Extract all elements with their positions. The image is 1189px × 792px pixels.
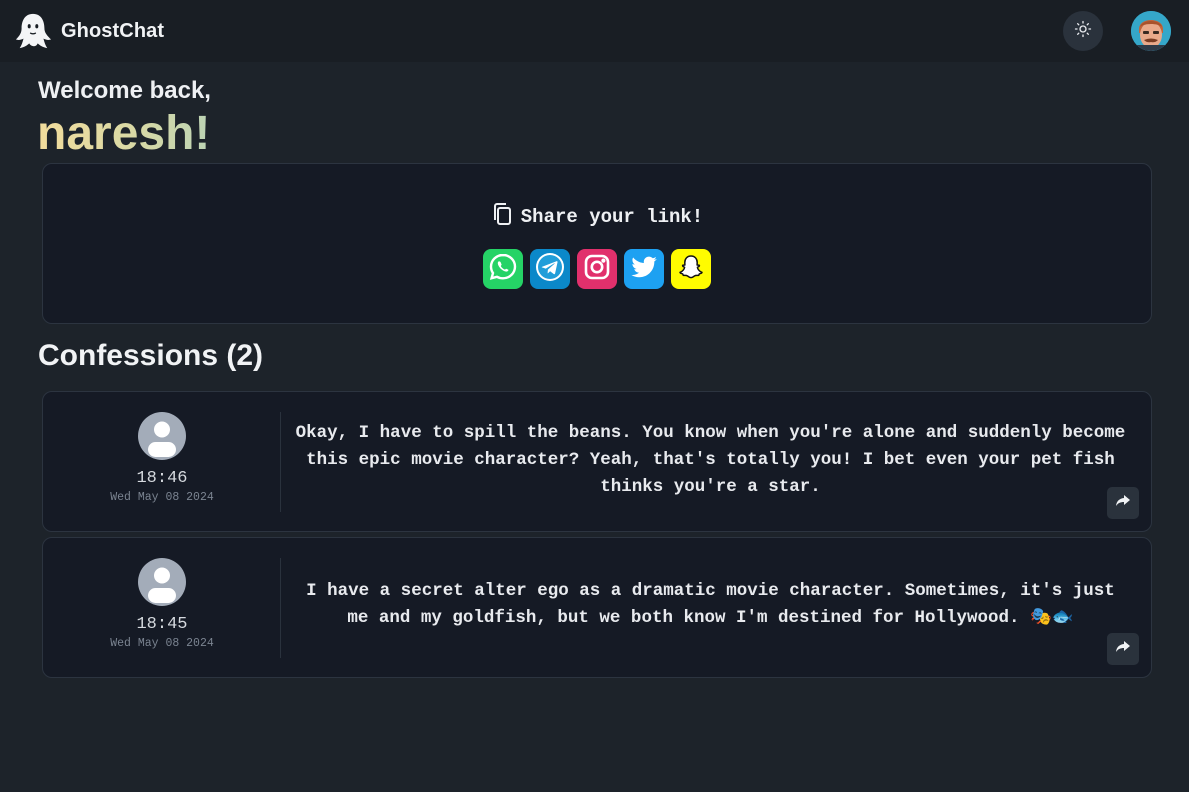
snapchat-icon bbox=[675, 251, 707, 288]
theme-toggle-button[interactable] bbox=[1063, 11, 1103, 51]
forward-arrow-icon bbox=[1116, 494, 1130, 512]
ghost-icon bbox=[13, 11, 53, 51]
instagram-icon bbox=[581, 251, 613, 288]
snapchat-share-button[interactable] bbox=[671, 249, 711, 289]
welcome-username: naresh! bbox=[37, 107, 211, 160]
telegram-icon bbox=[534, 251, 566, 288]
whatsapp-icon bbox=[487, 251, 519, 288]
copy-icon bbox=[491, 202, 513, 232]
confession-date: Wed May 08 2024 bbox=[110, 491, 214, 504]
twitter-share-button[interactable] bbox=[624, 249, 664, 289]
social-share-row bbox=[43, 249, 1151, 289]
confession-date: Wed May 08 2024 bbox=[110, 637, 214, 650]
share-link-label: Share your link! bbox=[520, 206, 704, 228]
brand[interactable]: GhostChat bbox=[13, 11, 164, 51]
confessions-heading: Confessions (2) bbox=[38, 339, 264, 372]
confession-text: Okay, I have to spill the beans. You kno… bbox=[295, 423, 1126, 497]
instagram-share-button[interactable] bbox=[577, 249, 617, 289]
welcome-greeting: Welcome back, bbox=[38, 77, 211, 104]
anonymous-avatar-icon bbox=[138, 558, 186, 606]
brand-name: GhostChat bbox=[61, 19, 165, 42]
confession-time: 18:46 bbox=[136, 469, 188, 488]
confession-card: 18:46 Wed May 08 2024 Okay, I have to sp… bbox=[42, 391, 1152, 532]
telegram-share-button[interactable] bbox=[530, 249, 570, 289]
share-confession-button[interactable] bbox=[1107, 633, 1139, 665]
confession-card: 18:45 Wed May 08 2024 I have a secret al… bbox=[42, 537, 1152, 678]
share-link-card: Share your link! bbox=[42, 163, 1152, 324]
twitter-icon bbox=[627, 250, 661, 289]
forward-arrow-icon bbox=[1116, 640, 1130, 658]
confession-text: I have a secret alter ego as a dramatic … bbox=[306, 581, 1115, 628]
confession-time: 18:45 bbox=[136, 615, 188, 634]
top-navbar: GhostChat bbox=[0, 0, 1189, 62]
divider bbox=[280, 412, 281, 512]
anonymous-avatar-icon bbox=[138, 412, 186, 460]
whatsapp-share-button[interactable] bbox=[483, 249, 523, 289]
divider bbox=[280, 558, 281, 658]
share-confession-button[interactable] bbox=[1107, 487, 1139, 519]
share-link-button[interactable]: Share your link! bbox=[43, 202, 1151, 232]
sun-icon bbox=[1074, 20, 1092, 43]
user-avatar[interactable] bbox=[1131, 11, 1171, 51]
